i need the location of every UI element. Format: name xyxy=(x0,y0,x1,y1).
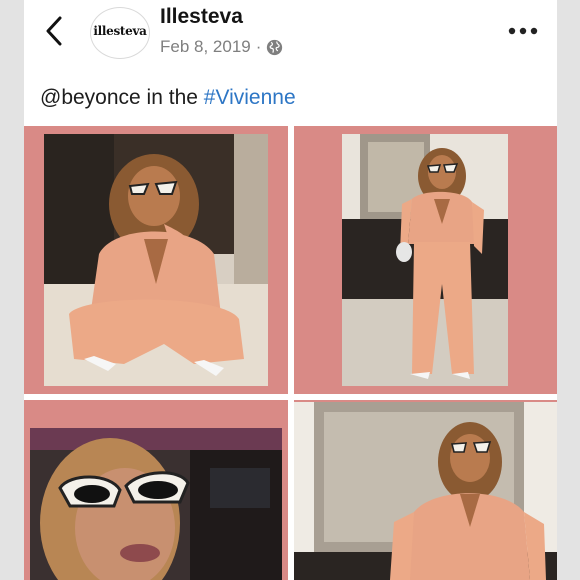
photo-standing-upper xyxy=(294,402,557,580)
more-horizontal-icon xyxy=(508,27,538,35)
photo-tile-2[interactable] xyxy=(294,126,557,394)
photo-tile-3[interactable] xyxy=(24,400,288,580)
photo-grid xyxy=(24,126,557,580)
avatar[interactable]: illesteva xyxy=(90,7,150,59)
more-options-button[interactable] xyxy=(506,20,540,42)
photo-crouching xyxy=(44,134,268,386)
photo-standing xyxy=(342,134,508,386)
caption-text: in the xyxy=(140,86,204,109)
post-caption: @beyonce in the #Vivienne xyxy=(40,86,296,110)
avatar-logo-subtext xyxy=(119,39,120,43)
back-button[interactable] xyxy=(40,14,68,48)
post-meta: Feb 8, 2019 · xyxy=(160,37,283,57)
post-date[interactable]: Feb 8, 2019 xyxy=(160,37,251,57)
globe-icon xyxy=(266,39,283,56)
username[interactable]: Illesteva xyxy=(160,5,243,29)
photo-closeup-selfie xyxy=(30,428,282,580)
post-card: illesteva Illesteva Feb 8, 2019 · @beyon… xyxy=(24,0,557,580)
photo-tile-4[interactable] xyxy=(294,400,557,580)
meta-separator: · xyxy=(255,37,262,56)
caption-hashtag[interactable]: #Vivienne xyxy=(204,86,296,109)
avatar-logo-text: illesteva xyxy=(93,23,147,38)
photo-tile-1[interactable] xyxy=(24,126,288,394)
chevron-left-icon xyxy=(46,16,62,46)
caption-mention[interactable]: @beyonce xyxy=(40,86,141,109)
post-header: illesteva Illesteva Feb 8, 2019 · xyxy=(24,0,557,80)
